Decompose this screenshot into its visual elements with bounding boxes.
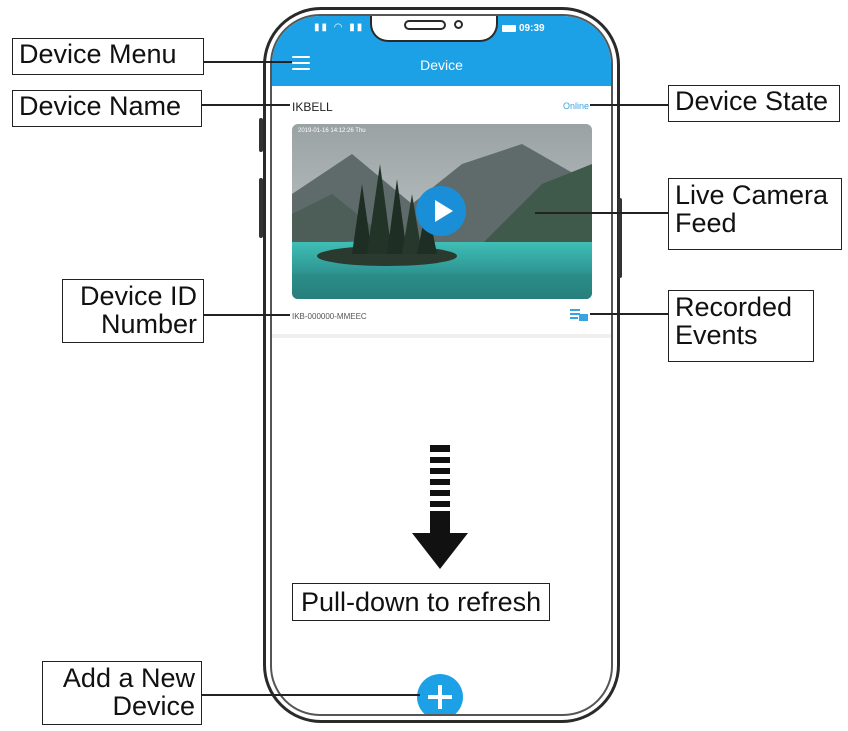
label-device-name-text: Device Name [19,91,182,121]
plus-icon [428,685,452,709]
status-bar-right: 09:39 [502,23,545,34]
pull-down-label: Pull-down to refresh [292,583,551,621]
callout-add-device [202,694,420,696]
label-device-name: Device Name [12,90,202,127]
side-button-left-1 [259,118,263,152]
feed-timestamp: 2019-01-16 14:12:26 Thu [298,128,366,134]
device-id-number: IKB-000000-MMEEC [292,312,367,321]
side-button-left-2 [259,178,263,238]
callout-device-id [204,314,290,316]
play-button[interactable] [416,186,466,236]
label-device-state: Device State [668,85,840,122]
label-live-feed-line2: Feed [675,208,737,238]
label-live-feed-line1: Live Camera [675,180,829,210]
label-recorded-line1: Recorded [675,292,793,322]
label-device-id-line2: Number [100,309,197,339]
callout-device-name [202,104,290,106]
label-recorded-line2: Events [675,320,758,350]
device-name[interactable]: IKBELL [292,100,333,114]
signal-wifi-icons: ▮▮ ◠ ▮▮ [314,22,365,33]
label-add-device-line2: Device [112,691,195,721]
status-time: 09:39 [519,23,545,34]
label-add-device-line1: Add a New [62,663,195,693]
recorded-events-glyph [570,309,588,321]
add-device-button[interactable] [417,674,463,714]
label-add-device: Add a New Device [42,661,202,725]
label-recorded-events: Recorded Events [668,290,814,362]
down-arrow-icon [412,445,468,569]
callout-device-state [590,104,668,106]
play-icon [435,200,453,222]
recorded-events-icon[interactable] [570,308,588,322]
phone-notch [370,16,498,42]
header-title: Device [420,57,463,73]
card-divider [272,334,611,338]
label-device-state-text: Device State [675,86,829,116]
label-device-menu: Device Menu [12,38,204,75]
label-device-id: Device ID Number [62,279,204,343]
callout-live-feed [535,212,668,214]
speaker-icon [404,20,446,30]
callout-recorded-events [590,313,668,315]
battery-icon [502,24,516,32]
label-device-id-line1: Device ID [79,281,197,311]
device-state: Online [562,101,589,111]
front-camera-icon [454,20,463,29]
label-live-feed: Live Camera Feed [668,178,842,250]
side-button-right [618,198,622,278]
label-device-menu-text: Device Menu [19,39,177,69]
callout-device-menu [204,61,292,63]
